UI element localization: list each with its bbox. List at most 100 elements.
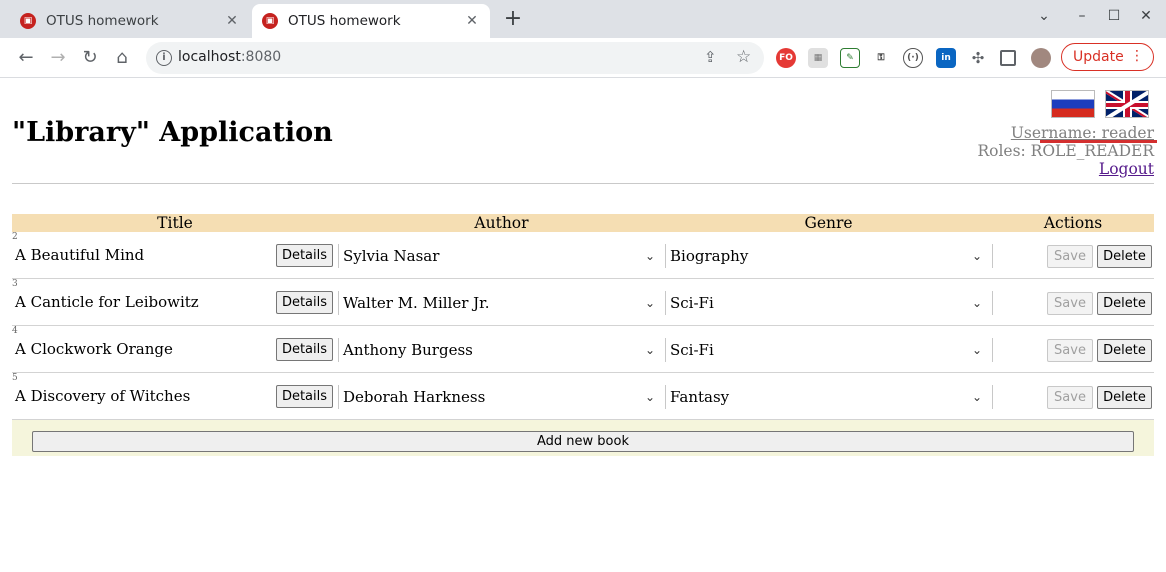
- russian-flag-icon[interactable]: [1051, 90, 1095, 118]
- column-header-author: Author: [474, 214, 529, 232]
- author-value: Deborah Harkness: [343, 388, 486, 406]
- uk-flag-icon[interactable]: [1105, 90, 1149, 118]
- chevron-down-icon: ⌄: [971, 390, 982, 404]
- genre-select[interactable]: Biography ⌄: [665, 244, 993, 268]
- update-button[interactable]: Update ⋮: [1061, 43, 1154, 71]
- book-id: 2: [12, 232, 18, 242]
- browser-toolbar: ← → ↻ ⌂ i localhost:8080 ⇪ ☆ FO ▦ ✎ ⚿ (·…: [0, 38, 1166, 78]
- close-window-icon[interactable]: ✕: [1135, 8, 1157, 32]
- linkedin-icon[interactable]: in: [936, 48, 956, 68]
- delete-button[interactable]: Delete: [1097, 292, 1152, 315]
- chevron-down-icon: ⌄: [971, 249, 982, 263]
- side-panel-icon[interactable]: [1000, 50, 1016, 66]
- genre-value: Sci-Fi: [670, 341, 714, 359]
- add-book-button[interactable]: Add new book: [32, 431, 1134, 452]
- tab-title: OTUS homework: [288, 13, 401, 29]
- book-title: A Discovery of Witches: [15, 387, 191, 405]
- genre-value: Biography: [670, 247, 749, 265]
- table-row: 4 A Clockwork Orange Details Anthony Bur…: [12, 326, 1154, 373]
- roles: Roles: ROLE_READER: [977, 142, 1154, 160]
- table-row: 5 A Discovery of Witches Details Deborah…: [12, 373, 1154, 420]
- home-icon[interactable]: ⌂: [110, 46, 134, 70]
- chevron-down-icon: ⌄: [971, 343, 982, 357]
- author-value: Anthony Burgess: [343, 341, 473, 359]
- book-favicon-icon: ▣: [262, 13, 278, 29]
- table-row: 2 A Beautiful Mind Details Sylvia Nasar ⌄…: [12, 232, 1154, 279]
- book-id: 3: [12, 279, 18, 289]
- tab-title: OTUS homework: [46, 13, 159, 29]
- books-table: Title Author Genre Actions 2 A Beautiful…: [12, 214, 1154, 456]
- chevron-down-icon: ⌄: [644, 249, 655, 263]
- extension-circle-icon[interactable]: (·): [903, 48, 923, 68]
- browser-tab-1[interactable]: ▣ OTUS homework ✕: [10, 4, 250, 38]
- author-select[interactable]: Sylvia Nasar ⌄: [338, 244, 666, 268]
- table-header: Title Author Genre Actions: [12, 214, 1154, 232]
- chevron-down-icon: ⌄: [971, 296, 982, 310]
- author-select[interactable]: Deborah Harkness ⌄: [338, 385, 666, 409]
- author-value: Sylvia Nasar: [343, 247, 440, 265]
- book-title: A Beautiful Mind: [15, 246, 145, 264]
- profile-avatar[interactable]: [1031, 48, 1051, 68]
- column-header-genre: Genre: [804, 214, 853, 232]
- add-book-row: Add new book: [12, 420, 1154, 456]
- save-button[interactable]: Save: [1047, 292, 1093, 315]
- forward-icon[interactable]: →: [46, 46, 70, 70]
- close-tab-icon[interactable]: ✕: [224, 13, 240, 29]
- delete-button[interactable]: Delete: [1097, 386, 1152, 409]
- logout-link[interactable]: Logout: [977, 160, 1154, 178]
- page-title: "Library" Application: [12, 117, 333, 148]
- author-select[interactable]: Walter M. Miller Jr. ⌄: [338, 291, 666, 315]
- more-menu-icon[interactable]: ⋮: [1130, 48, 1144, 64]
- extension-fo-icon[interactable]: FO: [776, 48, 796, 68]
- new-tab-button[interactable]: +: [502, 8, 524, 32]
- column-header-actions: Actions: [1043, 214, 1103, 232]
- book-id: 4: [12, 326, 18, 336]
- delete-button[interactable]: Delete: [1097, 245, 1152, 268]
- browser-tab-bar: ▣ OTUS homework ✕ ▣ OTUS homework ✕ + ⌄ …: [0, 0, 1166, 38]
- close-tab-icon[interactable]: ✕: [464, 13, 480, 29]
- genre-value: Fantasy: [670, 388, 730, 406]
- delete-button[interactable]: Delete: [1097, 339, 1152, 362]
- column-header-title: Title: [157, 214, 193, 232]
- chevron-down-icon: ⌄: [644, 296, 655, 310]
- genre-select[interactable]: Sci-Fi ⌄: [665, 338, 993, 362]
- chevron-down-icon: ⌄: [644, 390, 655, 404]
- table-row: 3 A Canticle for Leibowitz Details Walte…: [12, 279, 1154, 326]
- url-text: localhost:8080: [178, 49, 282, 65]
- site-info-icon[interactable]: i: [156, 50, 172, 66]
- save-button[interactable]: Save: [1047, 386, 1093, 409]
- minimize-icon[interactable]: –: [1071, 8, 1093, 32]
- update-label: Update: [1073, 49, 1124, 65]
- share-icon[interactable]: ⇪: [704, 48, 717, 66]
- save-button[interactable]: Save: [1047, 339, 1093, 362]
- book-title: A Canticle for Leibowitz: [15, 293, 199, 311]
- book-id: 5: [12, 373, 18, 383]
- address-bar[interactable]: i localhost:8080 ⇪ ☆: [146, 42, 764, 74]
- extensions-puzzle-icon[interactable]: ✣: [968, 48, 988, 68]
- save-button[interactable]: Save: [1047, 245, 1093, 268]
- maximize-icon[interactable]: ☐: [1103, 8, 1125, 32]
- reload-icon[interactable]: ↻: [78, 46, 102, 70]
- author-value: Walter M. Miller Jr.: [343, 294, 490, 312]
- extension-lock-icon[interactable]: ⚿: [871, 48, 891, 68]
- book-title: A Clockwork Orange: [15, 340, 173, 358]
- genre-select[interactable]: Sci-Fi ⌄: [665, 291, 993, 315]
- details-button[interactable]: Details: [276, 244, 333, 267]
- username-highlight-underline: [1040, 140, 1157, 143]
- divider: [12, 183, 1154, 184]
- tab-search-icon[interactable]: ⌄: [1033, 8, 1055, 32]
- extension-leaf-icon[interactable]: ✎: [840, 48, 860, 68]
- back-icon[interactable]: ←: [14, 46, 38, 70]
- genre-value: Sci-Fi: [670, 294, 714, 312]
- extension-grid-icon[interactable]: ▦: [808, 48, 828, 68]
- genre-select[interactable]: Fantasy ⌄: [665, 385, 993, 409]
- bookmark-star-icon[interactable]: ☆: [736, 47, 751, 67]
- details-button[interactable]: Details: [276, 385, 333, 408]
- details-button[interactable]: Details: [276, 338, 333, 361]
- book-favicon-icon: ▣: [20, 13, 36, 29]
- chevron-down-icon: ⌄: [644, 343, 655, 357]
- page-content: "Library" Application Username: reader R…: [0, 79, 1166, 572]
- browser-tab-2[interactable]: ▣ OTUS homework ✕: [252, 4, 490, 38]
- author-select[interactable]: Anthony Burgess ⌄: [338, 338, 666, 362]
- details-button[interactable]: Details: [276, 291, 333, 314]
